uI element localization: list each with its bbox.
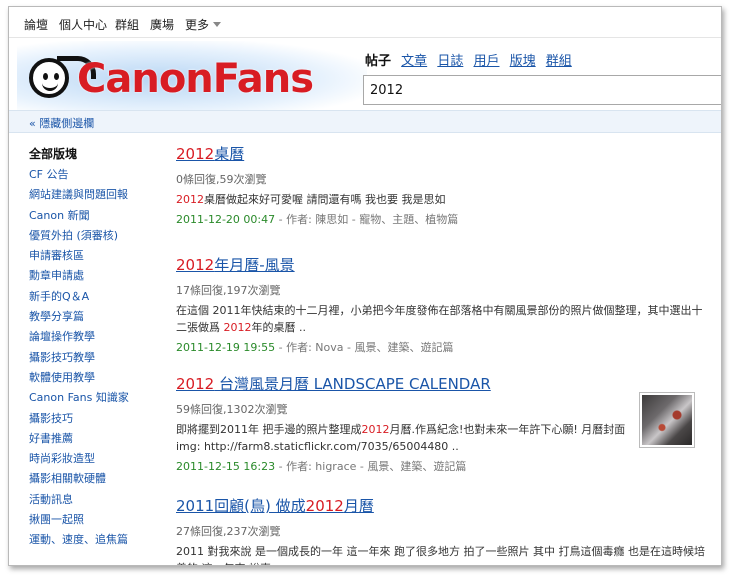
tab-articles[interactable]: 文章 bbox=[401, 54, 427, 69]
result-author-info: - 作者: Nova - 風景、建築、遊記篇 bbox=[275, 341, 454, 354]
result-snippet: 在這個 2011年快結束的十二月裡，小弟把今年度發佈在部落格中有關風景部份的照片… bbox=[176, 302, 706, 336]
result-item: 2012 台灣風景月曆 LANDSCAPE CALENDAR 59條回復,130… bbox=[176, 373, 706, 474]
tab-blogs[interactable]: 日誌 bbox=[437, 54, 463, 69]
sidebar-item-tutorial-sharing[interactable]: 教學分享篇 bbox=[29, 307, 169, 327]
search-type-tabs: 帖子 文章 日誌 用戶 版塊 群組 bbox=[365, 50, 578, 69]
snippet-text-after: 年的桌曆 .. bbox=[251, 321, 307, 334]
sidebar-item-cf-announcement[interactable]: CF 公告 bbox=[29, 165, 169, 185]
result-thumbnail[interactable] bbox=[639, 392, 695, 448]
sidebar-item-review-application[interactable]: 申請審核區 bbox=[29, 246, 169, 266]
snippet-text: 桌曆做起來好可愛喔 請問還有嗎 我也要 我是思如 bbox=[204, 193, 446, 206]
menu-groups[interactable]: 群組 bbox=[115, 16, 139, 33]
title-highlight: 2012 bbox=[176, 375, 215, 393]
sidebar-item-newbie-qa[interactable]: 新手的Q＆A bbox=[29, 287, 169, 307]
logo-mouth bbox=[42, 79, 58, 91]
search-input[interactable]: 2012 bbox=[363, 75, 721, 105]
result-stats: 0條回復,59次瀏覽 bbox=[176, 173, 267, 186]
result-stats: 27條回復,237次瀏覽 bbox=[176, 525, 281, 538]
result-stats: 17條回復,197次瀏覽 bbox=[176, 284, 281, 297]
menu-plaza[interactable]: 廣場 bbox=[150, 16, 174, 33]
result-date: 2011-12-19 19:55 bbox=[176, 341, 276, 354]
sidebar-item-group-shoot[interactable]: 揪團一起照 bbox=[29, 510, 169, 530]
result-author-info: - 作者: higrace - 風景、建築、遊記篇 bbox=[275, 460, 467, 473]
title-highlight: 2012 bbox=[176, 256, 215, 274]
tab-posts[interactable]: 帖子 bbox=[365, 54, 391, 69]
tab-groups[interactable]: 群組 bbox=[546, 54, 572, 69]
browser-page: 論壇 個人中心 群組 廣場 更多 CanonFans 帖子 文章 日誌 用戶 版… bbox=[8, 6, 722, 566]
title-text: 桌曆 bbox=[214, 145, 245, 163]
result-footer: 2011-12-15 16:23 - 作者: higrace - 風景、建築、遊… bbox=[176, 458, 706, 474]
tab-boards[interactable]: 版塊 bbox=[510, 54, 536, 69]
sidebar-item-canon-fans-knowledge[interactable]: Canon Fans 知識家 bbox=[29, 388, 169, 408]
title-text-before: 2011回顧(鳥) 做成 bbox=[176, 497, 306, 515]
snippet-text: 2011 對我來說 是一個成長的一年 這一年來 跑了很多地方 拍了一些照片 其中… bbox=[176, 545, 705, 565]
sidebar-item-photo-hardware-software[interactable]: 攝影相關軟硬體 bbox=[29, 469, 169, 489]
photo-thumbnail-image bbox=[642, 395, 692, 445]
sidebar-item-photo-technique-tutorial[interactable]: 攝影技巧教學 bbox=[29, 348, 169, 368]
result-item: 2012桌曆 0條回復,59次瀏覽 2012桌曆做起來好可愛喔 請問還有嗎 我也… bbox=[176, 143, 706, 227]
tab-users[interactable]: 用戶 bbox=[473, 54, 499, 69]
result-date: 2011-12-15 16:23 bbox=[176, 460, 276, 473]
menu-more-label: 更多 bbox=[185, 18, 210, 32]
sidebar-heading[interactable]: 全部版塊 bbox=[29, 145, 169, 165]
sidebar-item-site-feedback[interactable]: 網站建議與問題回報 bbox=[29, 185, 169, 205]
hide-sidebar-link[interactable]: « 隱藏側邊欄 bbox=[29, 115, 94, 131]
menu-more[interactable]: 更多 bbox=[185, 16, 222, 33]
sidebar-item-canon-news[interactable]: Canon 新聞 bbox=[29, 206, 169, 226]
title-text: 月曆 bbox=[343, 497, 374, 515]
result-snippet: 2011 對我來說 是一個成長的一年 這一年來 跑了很多地方 拍了一些照片 其中… bbox=[176, 543, 706, 565]
result-stats: 59條回復,1302次瀏覽 bbox=[176, 403, 288, 416]
title-text: 台灣風景月曆 LANDSCAPE CALENDAR bbox=[214, 375, 491, 393]
result-item: 2012年月曆-風景 17條回復,197次瀏覽 在這個 2011年快結束的十二月… bbox=[176, 254, 706, 355]
result-title-link[interactable]: 2012 台灣風景月曆 LANDSCAPE CALENDAR bbox=[176, 373, 706, 394]
chevron-down-icon bbox=[213, 22, 222, 27]
result-footer: 2011-12-20 00:47 - 作者: 陳思如 - 寵物、主題、植物篇 bbox=[176, 211, 706, 227]
sidebar-item-sports-speed[interactable]: 運動、速度、追焦篇 bbox=[29, 530, 169, 550]
sidebar-item-quality-outing[interactable]: 優質外拍 (須審核) bbox=[29, 226, 169, 246]
result-title-link[interactable]: 2012桌曆 bbox=[176, 143, 706, 164]
result-snippet: 2012桌曆做起來好可愛喔 請問還有嗎 我也要 我是思如 bbox=[176, 191, 706, 208]
result-date: 2011-12-20 00:47 bbox=[176, 213, 276, 226]
result-footer: 2011-12-19 19:55 - 作者: Nova - 風景、建築、遊記篇 bbox=[176, 339, 706, 355]
title-highlight: 2012 bbox=[305, 497, 344, 515]
result-title-link[interactable]: 2011回顧(鳥) 做成2012月曆 bbox=[176, 495, 706, 516]
collapse-sidebar-bar: « 隱藏側邊欄 bbox=[9, 110, 721, 133]
result-title-link[interactable]: 2012年月曆-風景 bbox=[176, 254, 706, 275]
sidebar-item-fashion-makeup[interactable]: 時尚彩妝造型 bbox=[29, 449, 169, 469]
top-menu-bar: 論壇 個人中心 群組 廣場 更多 bbox=[9, 7, 721, 38]
snippet-highlight: 2012 bbox=[223, 321, 252, 334]
snippet-text-before: 即將擺到2011年 把手邊的照片整理成 bbox=[176, 423, 362, 436]
sidebar: 全部版塊 CF 公告 網站建議與問題回報 Canon 新聞 優質外拍 (須審核)… bbox=[29, 145, 169, 551]
sidebar-item-medal-application[interactable]: 勳章申請處 bbox=[29, 266, 169, 286]
snippet-highlight: 2012 bbox=[361, 423, 390, 436]
menu-personal-center[interactable]: 個人中心 bbox=[59, 16, 107, 33]
sidebar-item-events[interactable]: 活動訊息 bbox=[29, 490, 169, 510]
sidebar-item-book-recommendations[interactable]: 好書推薦 bbox=[29, 429, 169, 449]
sidebar-item-photo-techniques[interactable]: 攝影技巧 bbox=[29, 409, 169, 429]
result-item: 2011回顧(鳥) 做成2012月曆 27條回復,237次瀏覽 2011 對我來… bbox=[176, 495, 706, 565]
result-snippet: 即將擺到2011年 把手邊的照片整理成2012月曆.作爲紀念!也對未來一年許下心… bbox=[176, 421, 631, 455]
logo-text: CanonFans bbox=[77, 56, 314, 102]
result-author-info: - 作者: 陳思如 - 寵物、主題、植物篇 bbox=[275, 213, 459, 226]
snippet-highlight: 2012 bbox=[176, 193, 204, 206]
title-text: 年月曆-風景 bbox=[214, 256, 295, 274]
sidebar-item-forum-tutorial[interactable]: 論壇操作教學 bbox=[29, 327, 169, 347]
title-highlight: 2012 bbox=[176, 145, 215, 163]
site-header: CanonFans 帖子 文章 日誌 用戶 版塊 群組 2012 bbox=[9, 38, 721, 111]
menu-forum[interactable]: 論壇 bbox=[24, 16, 48, 33]
sidebar-item-software-tutorial[interactable]: 軟體使用教學 bbox=[29, 368, 169, 388]
